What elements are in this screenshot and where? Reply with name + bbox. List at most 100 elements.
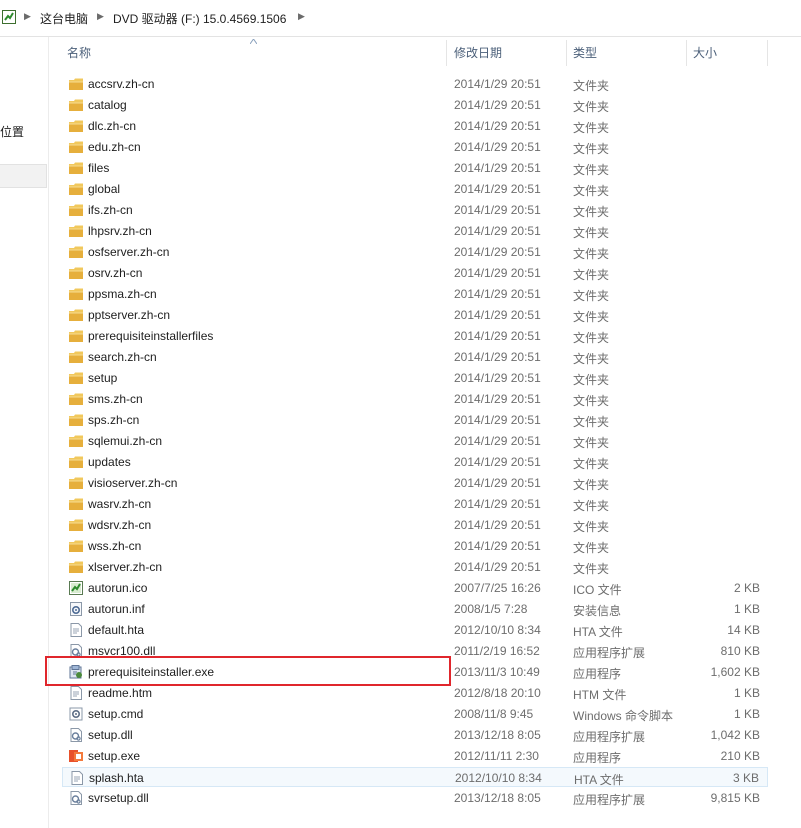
- computer-icon[interactable]: [2, 10, 16, 24]
- file-name: prerequisiteinstallerfiles: [88, 329, 214, 343]
- file-name: osfserver.zh-cn: [88, 245, 170, 259]
- file-name: sps.zh-cn: [88, 413, 140, 427]
- chevron-right-icon[interactable]: ▶: [298, 11, 305, 22]
- file-type: 文件夹: [573, 499, 610, 513]
- file-name: visioserver.zh-cn: [88, 476, 178, 490]
- file-size: 810 KB: [720, 644, 760, 658]
- file-row[interactable]: sps.zh-cn 2014/1/29 20:51 文件夹: [62, 410, 768, 430]
- file-date-modified: 2014/1/29 20:51: [454, 203, 541, 217]
- column-header-name[interactable]: 名称: [67, 44, 91, 64]
- file-row[interactable]: accsrv.zh-cn 2014/1/29 20:51 文件夹: [62, 74, 768, 94]
- folder-icon: [69, 99, 83, 111]
- file-date-modified: 2012/8/18 20:10: [454, 686, 541, 700]
- file-row[interactable]: readme.htm 2012/8/18 20:10 HTM 文件 1 KB: [62, 683, 768, 703]
- file-date-modified: 2014/1/29 20:51: [454, 161, 541, 175]
- file-row[interactable]: catalog 2014/1/29 20:51 文件夹: [62, 95, 768, 115]
- folder-icon: [69, 456, 83, 468]
- file-row[interactable]: lhpsrv.zh-cn 2014/1/29 20:51 文件夹: [62, 221, 768, 241]
- file-row[interactable]: prerequisiteinstallerfiles 2014/1/29 20:5…: [62, 326, 768, 346]
- file-row[interactable]: ppsma.zh-cn 2014/1/29 20:51 文件夹: [62, 284, 768, 304]
- file-row[interactable]: sms.zh-cn 2014/1/29 20:51 文件夹: [62, 389, 768, 409]
- document-file-icon: [70, 686, 82, 700]
- file-date-modified: 2008/11/8 9:45: [454, 707, 534, 721]
- file-row[interactable]: wasrv.zh-cn 2014/1/29 20:51 文件夹: [62, 494, 768, 514]
- file-type: 应用程序: [573, 667, 622, 681]
- file-name: readme.htm: [88, 686, 153, 700]
- file-size: 14 KB: [727, 623, 760, 637]
- file-row[interactable]: search.zh-cn 2014/1/29 20:51 文件夹: [62, 347, 768, 367]
- folder-icon: [69, 561, 83, 573]
- file-row[interactable]: global 2014/1/29 20:51 文件夹: [62, 179, 768, 199]
- column-header-date[interactable]: 修改日期: [454, 44, 502, 64]
- folder-icon: [69, 204, 83, 216]
- file-name: global: [88, 182, 121, 196]
- column-divider[interactable]: [686, 40, 687, 66]
- file-row[interactable]: svrsetup.dll 2013/12/18 8:05 应用程序扩展 9,815 K…: [62, 788, 768, 808]
- column-divider[interactable]: [767, 40, 768, 66]
- file-size: 1,042 KB: [710, 728, 760, 742]
- file-name: osrv.zh-cn: [88, 266, 143, 280]
- chevron-right-icon[interactable]: ▶: [97, 11, 104, 22]
- file-name: ppsma.zh-cn: [88, 287, 157, 301]
- file-row[interactable]: wss.zh-cn 2014/1/29 20:51 文件夹: [62, 536, 768, 556]
- file-name: wss.zh-cn: [88, 539, 142, 553]
- file-row[interactable]: updates 2014/1/29 20:51 文件夹: [62, 452, 768, 472]
- file-size: 3 KB: [732, 771, 759, 785]
- file-row[interactable]: setup 2014/1/29 20:51 文件夹: [62, 368, 768, 388]
- file-row[interactable]: autorun.inf 2008/1/5 7:28 安装信息 1 KB: [62, 599, 768, 619]
- file-row[interactable]: pptserver.zh-cn 2014/1/29 20:51 文件夹: [62, 305, 768, 325]
- file-row[interactable]: osfserver.zh-cn 2014/1/29 20:51 文件夹: [62, 242, 768, 262]
- file-row[interactable]: setup.exe 2012/11/11 2:30 应用程序 210 KB: [62, 746, 768, 766]
- file-date-modified: 2014/1/29 20:51: [454, 266, 541, 280]
- folder-icon: [69, 162, 83, 174]
- folder-icon: [69, 183, 83, 195]
- file-type: 应用程序扩展: [573, 793, 646, 807]
- file-row[interactable]: splash.hta 2012/10/10 8:34 HTA 文件 3 KB: [62, 767, 768, 787]
- file-name: search.zh-cn: [88, 350, 157, 364]
- file-row[interactable]: sqlemui.zh-cn 2014/1/29 20:51 文件夹: [62, 431, 768, 451]
- file-date-modified: 2012/10/10 8:34: [455, 771, 542, 785]
- folder-icon: [69, 288, 83, 300]
- address-bar[interactable]: ▶ 这台电脑 ▶ DVD 驱动器 (F:) 15.0.4569.1506 ▶: [0, 0, 801, 37]
- nav-item-location[interactable]: 位置: [0, 123, 24, 140]
- file-row[interactable]: osrv.zh-cn 2014/1/29 20:51 文件夹: [62, 263, 768, 283]
- file-date-modified: 2013/12/18 8:05: [454, 791, 541, 805]
- file-name: wasrv.zh-cn: [88, 497, 152, 511]
- file-size: 1 KB: [733, 707, 760, 721]
- breadcrumb-this-pc[interactable]: 这台电脑: [40, 10, 88, 27]
- file-row[interactable]: edu.zh-cn 2014/1/29 20:51 文件夹: [62, 137, 768, 157]
- file-size: 9,815 KB: [710, 791, 760, 805]
- file-date-modified: 2014/1/29 20:51: [454, 245, 541, 259]
- file-type: Windows 命令脚本: [573, 709, 674, 723]
- column-header-size[interactable]: 大小: [693, 44, 717, 64]
- file-row[interactable]: xlserver.zh-cn 2014/1/29 20:51 文件夹: [62, 557, 768, 577]
- file-type: 文件夹: [573, 562, 610, 576]
- file-type: 文件夹: [573, 331, 610, 345]
- file-row[interactable]: setup.dll 2013/12/18 8:05 应用程序扩展 1,042 KB: [62, 725, 768, 745]
- file-row[interactable]: wdsrv.zh-cn 2014/1/29 20:51 文件夹: [62, 515, 768, 535]
- file-type: HTA 文件: [573, 625, 623, 639]
- document-file-icon: [71, 771, 83, 785]
- breadcrumb-dvd-drive[interactable]: DVD 驱动器 (F:) 15.0.4569.1506: [113, 10, 286, 27]
- nav-selected-item[interactable]: [0, 164, 47, 188]
- file-name: setup.exe: [88, 749, 141, 763]
- file-row[interactable]: autorun.ico 2007/7/25 16:26 ICO 文件 2 KB: [62, 578, 768, 598]
- file-row[interactable]: dlc.zh-cn 2014/1/29 20:51 文件夹: [62, 116, 768, 136]
- file-row[interactable]: files 2014/1/29 20:51 文件夹: [62, 158, 768, 178]
- chevron-right-icon[interactable]: ▶: [24, 11, 31, 22]
- office-exe-icon: [69, 750, 83, 762]
- file-date-modified: 2014/1/29 20:51: [454, 434, 541, 448]
- column-divider[interactable]: [566, 40, 567, 66]
- file-name: pptserver.zh-cn: [88, 308, 171, 322]
- file-row[interactable]: setup.cmd 2008/11/8 9:45 Windows 命令脚本 1 KB: [62, 704, 768, 724]
- file-name: xlserver.zh-cn: [88, 560, 163, 574]
- folder-icon: [69, 267, 83, 279]
- file-row[interactable]: default.hta 2012/10/10 8:34 HTA 文件 14 KB: [62, 620, 768, 640]
- file-name: sms.zh-cn: [88, 392, 143, 406]
- file-date-modified: 2014/1/29 20:51: [454, 77, 541, 91]
- file-date-modified: 2012/10/10 8:34: [454, 623, 541, 637]
- column-divider[interactable]: [446, 40, 447, 66]
- file-row[interactable]: visioserver.zh-cn 2014/1/29 20:51 文件夹: [62, 473, 768, 493]
- column-header-type[interactable]: 类型: [573, 44, 597, 64]
- file-row[interactable]: ifs.zh-cn 2014/1/29 20:51 文件夹: [62, 200, 768, 220]
